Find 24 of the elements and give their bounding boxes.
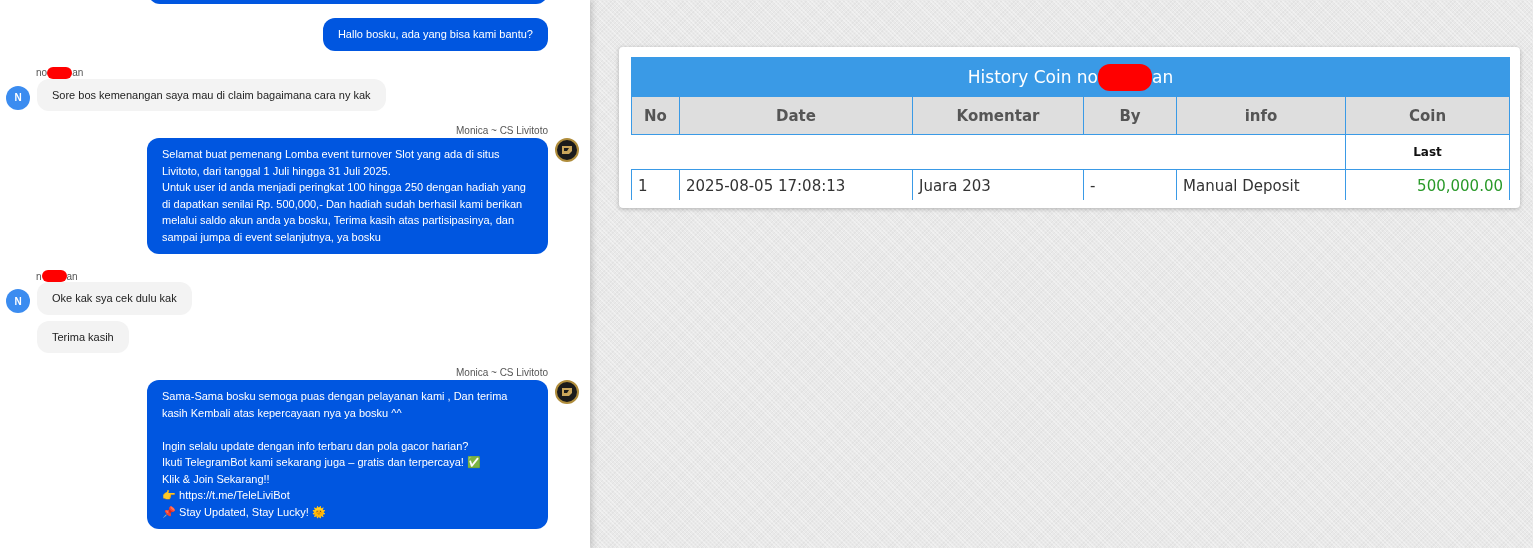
sender-name: an — [66, 270, 78, 282]
message-bubble: Sama-Sama bosku semoga puas dengan pelayanan kami , Dan terima kasih Kembali atas kepercayaan nya ya bosku ^^ Ingin selalu update dengan info terbaru dan pola gacor harian? Ikuti TelegramBot kami sekarang juga – gratis dan terpercaya! ✅ Klik & Join Sekarang!! 👉 https://t.me/TeleLiviBot 📌 Stay Updated, Stay Lucky! 🌞 — [147, 380, 548, 529]
message-bubble: Selamat buat pemenang Lomba event turnover Slot yang ada di situs Livitoto, dari tanggal 1 Juli hingga 31 Juli 2025. Untuk user id anda menjadi peringkat 100 hingga 250 dengan hadiah yang di dapatkan senilai Rp. 500,000,- Dan hadiah sudah berhasil kami berikan melalui saldo akun anda ya bosku, Terima kasih atas partisipasinya, dan sampai jumpa di event selanjutnya, ya bosku — [147, 138, 548, 254]
sender-name: an — [72, 67, 84, 78]
column-subheader: Last — [1345, 134, 1510, 170]
column-header: By — [1083, 96, 1177, 135]
column-header: Date — [679, 96, 913, 135]
column-header: No — [631, 96, 680, 135]
user-avatar: N — [6, 85, 30, 110]
title-text: History Coin no — [967, 66, 1098, 86]
sender-name: Monica ~ CS Livitoto — [456, 367, 548, 378]
message-bubble: Sore bos kemenangan saya mau di claim bagaimana cara ny kak — [37, 78, 386, 111]
message-bubble: Terima kasih — [37, 320, 129, 353]
message-bubble: Oke kak sya cek dulu kak — [37, 282, 192, 315]
sender-name: Monica ~ CS Livitoto — [456, 125, 548, 136]
title-text: an — [1152, 66, 1174, 86]
column-header: info — [1176, 96, 1346, 135]
column-header: Coin — [1345, 96, 1510, 135]
sender-name: n — [36, 270, 42, 282]
sender-name: no — [36, 67, 48, 78]
column-header: Komentar — [912, 96, 1084, 135]
user-avatar: N — [6, 289, 30, 313]
table-cell: 1 — [631, 169, 680, 200]
message-bubble: Hallo bosku, ada yang bisa kami bantu? — [322, 18, 548, 51]
